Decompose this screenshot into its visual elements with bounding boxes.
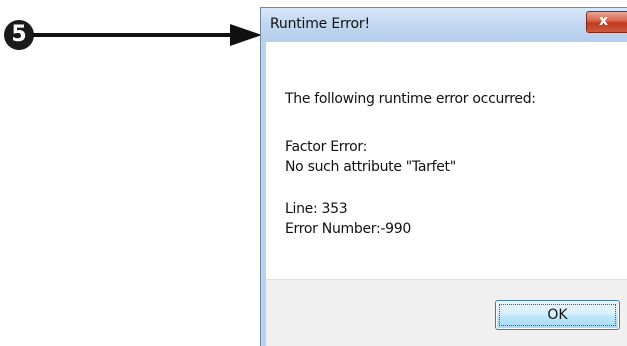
runtime-error-dialog: Runtime Error! x The following runtime e… bbox=[260, 7, 627, 346]
error-type-text: Factor Error: bbox=[285, 139, 368, 155]
dialog-footer: OK bbox=[266, 279, 627, 346]
screenshot-stage: 5 Runtime Error! x The following runtime… bbox=[0, 0, 627, 346]
error-line-text: Line: 353 bbox=[285, 201, 348, 217]
error-intro-text: The following runtime error occurred: bbox=[285, 91, 536, 107]
dialog-titlebar[interactable]: Runtime Error! x bbox=[261, 8, 627, 42]
close-icon: x bbox=[599, 13, 609, 29]
dialog-message-area: The following runtime error occurred: Fa… bbox=[266, 42, 627, 279]
close-button[interactable]: x bbox=[586, 11, 627, 33]
dialog-title: Runtime Error! bbox=[270, 16, 370, 32]
error-number-text: Error Number:-990 bbox=[285, 221, 411, 237]
step-number-badge: 5 bbox=[4, 20, 34, 50]
error-detail-text: No such attribute "Tarfet" bbox=[285, 159, 456, 175]
ok-button[interactable]: OK bbox=[495, 300, 620, 330]
arrow-right-icon bbox=[32, 24, 262, 46]
